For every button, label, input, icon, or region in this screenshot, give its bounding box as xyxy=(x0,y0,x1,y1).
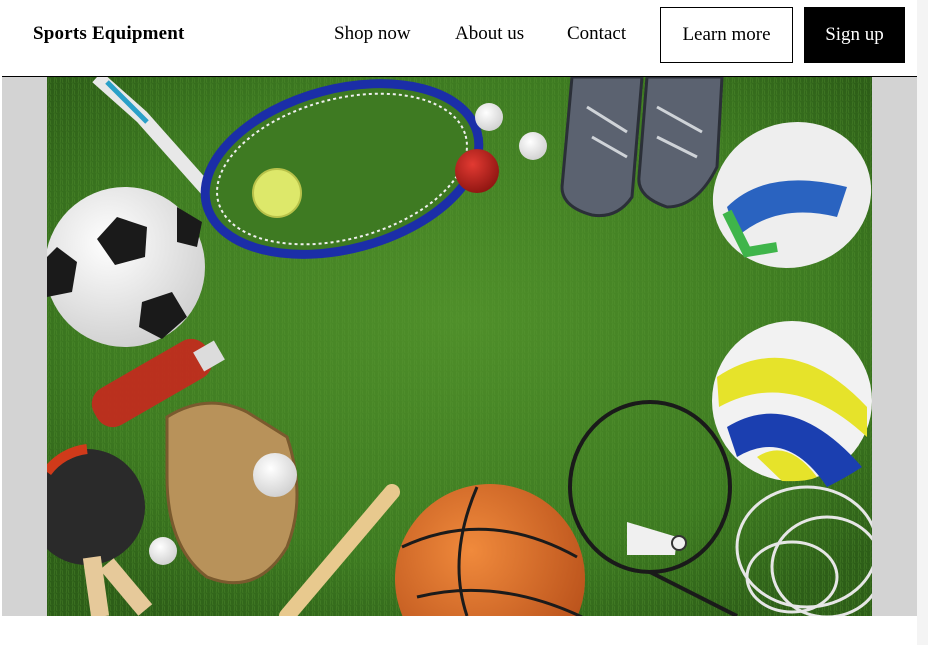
nav-about-us[interactable]: About us xyxy=(455,23,524,45)
learn-more-button[interactable]: Learn more xyxy=(660,7,793,63)
brand-logo[interactable]: Sports Equipment xyxy=(33,23,185,45)
hero-image xyxy=(47,77,872,616)
sports-equipment-photo-icon xyxy=(47,77,872,616)
cricket-ball-icon xyxy=(455,149,499,193)
nav-contact[interactable]: Contact xyxy=(567,23,626,45)
hero-section xyxy=(2,77,917,616)
page: Sports Equipment Shop now About us Conta… xyxy=(0,0,928,645)
sign-up-button[interactable]: Sign up xyxy=(804,7,905,63)
scrollbar-track[interactable] xyxy=(917,0,928,645)
soccer-ball-icon xyxy=(47,187,205,347)
nav-shop-now[interactable]: Shop now xyxy=(334,23,411,45)
header: Sports Equipment Shop now About us Conta… xyxy=(2,0,917,77)
baseball-glove-icon xyxy=(165,401,299,585)
